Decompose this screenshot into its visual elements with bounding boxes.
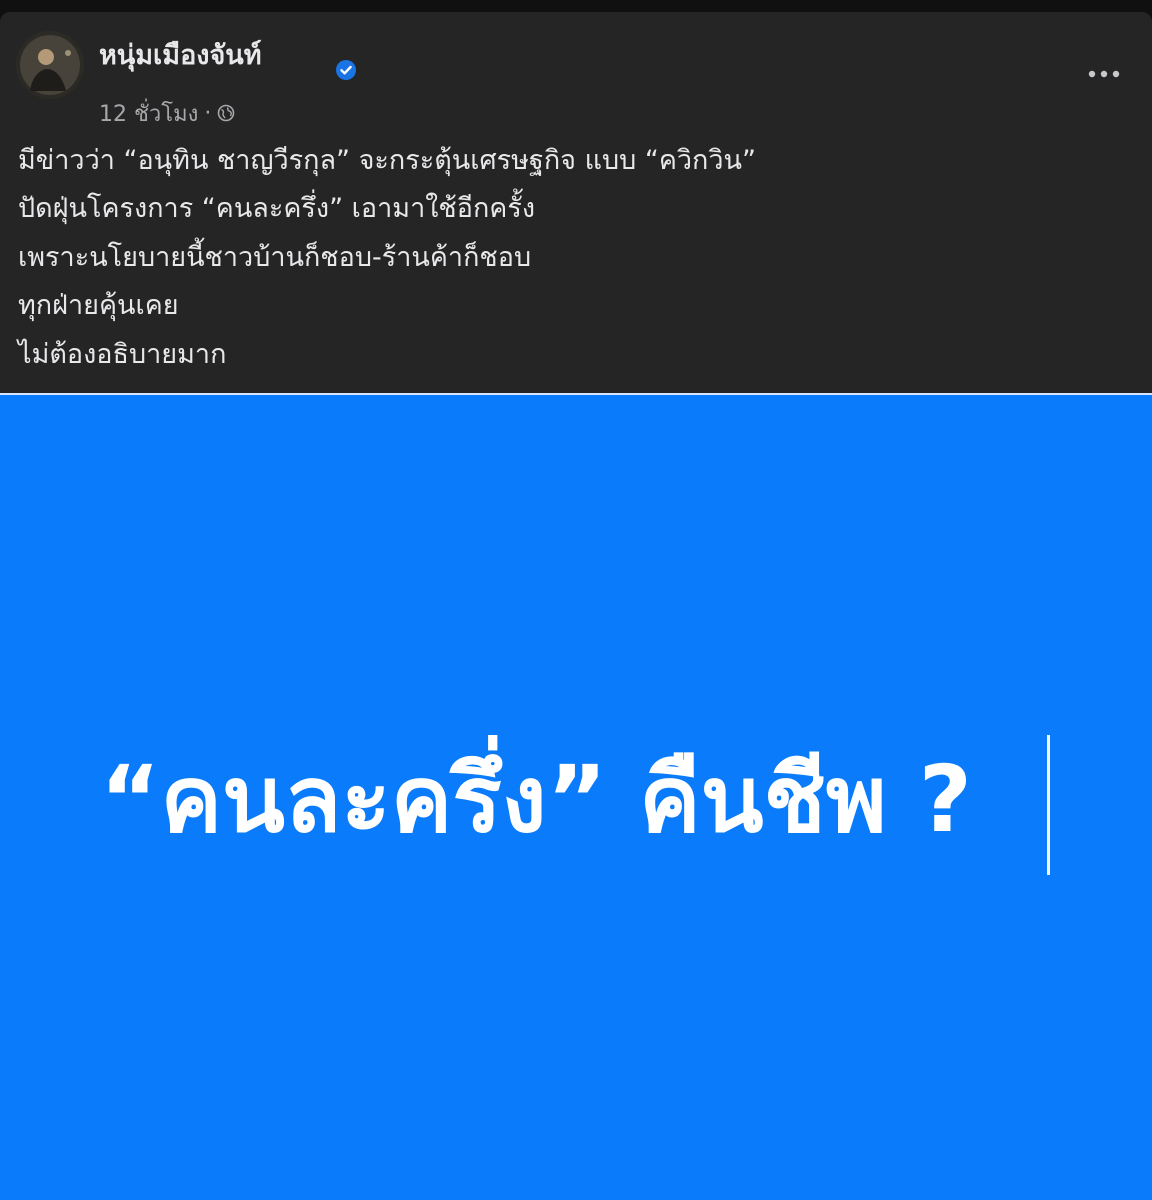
post-header: หนุ่มเมืองจันท์ 12 ชั่วโมง · xyxy=(0,12,1152,127)
more-options-button[interactable] xyxy=(1074,48,1134,100)
post-message-line: เพราะนโยบายนี้ชาวบ้านก็ชอบ-ร้านค้าก็ชอบ xyxy=(18,241,532,273)
more-horizontal-icon xyxy=(1088,70,1120,78)
meta-separator: · xyxy=(204,100,212,126)
post-message-line: ทุกฝ่ายคุ้นเคย xyxy=(18,290,179,322)
post-message: มีข่าวว่า “อนุทิน ชาญวีรกุล” จะกระตุ้นเศ… xyxy=(18,137,1128,379)
text-cursor-caret xyxy=(1047,735,1050,875)
profile-photo-icon xyxy=(16,31,84,99)
image-headline: “คนละครึ่ง” คืนชีพ ? xyxy=(100,746,972,853)
globe-icon[interactable] xyxy=(217,104,235,122)
verified-badge-icon xyxy=(336,60,356,80)
window-top-strip xyxy=(0,0,1152,12)
post-meta: 12 ชั่วโมง · xyxy=(99,97,235,129)
post-timestamp[interactable]: 12 ชั่วโมง xyxy=(99,96,198,131)
post-card: หนุ่มเมืองจันท์ 12 ชั่วโมง · มีข่าวว่า “… xyxy=(0,12,1152,1200)
author-avatar[interactable] xyxy=(16,31,84,99)
author-name[interactable]: หนุ่มเมืองจันท์ xyxy=(99,38,262,74)
post-message-line: ไม่ต้องอธิบายมาก xyxy=(18,338,227,370)
post-message-line: ปัดฝุ่นโครงการ “คนละครึ่ง” เอามาใช้อีกคร… xyxy=(18,193,536,225)
post-message-line: มีข่าวว่า “อนุทิน ชาญวีรกุล” จะกระตุ้นเศ… xyxy=(18,145,757,176)
